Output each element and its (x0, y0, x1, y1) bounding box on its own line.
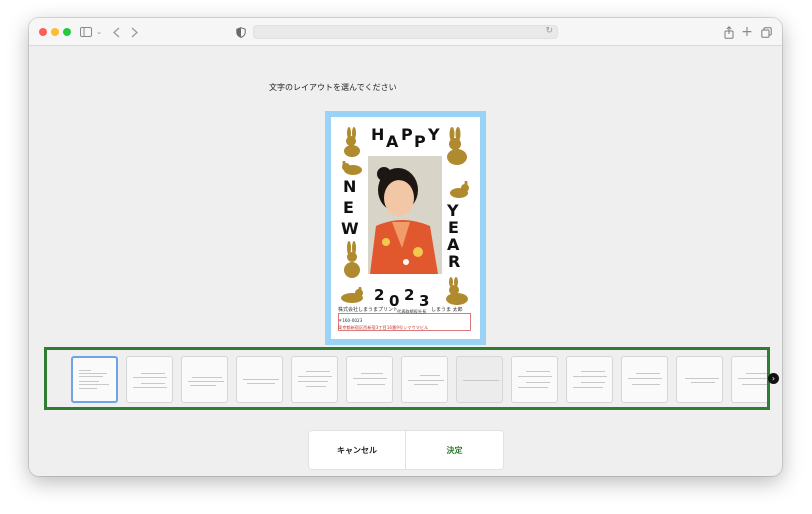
layout-option[interactable] (291, 356, 338, 403)
layout-option[interactable] (126, 356, 173, 403)
greeting-letter: P (414, 132, 426, 151)
page-instruction: 文字のレイアウトを選んでください (269, 83, 397, 92)
minimize-window-button[interactable] (51, 28, 59, 36)
layout-option[interactable] (621, 356, 668, 403)
browser-window: ⌄ ↻ + 文字のレイアウトを選んでください H A P P Y N E W Y… (29, 18, 782, 476)
greeting-letter: W (341, 219, 359, 238)
chevron-right-icon[interactable] (129, 24, 139, 40)
page-content: 文字のレイアウトを選んでください H A P P Y N E W Y E A R… (29, 46, 782, 476)
action-buttons: キャンセル 決定 (309, 431, 503, 469)
confirm-button[interactable]: 決定 (406, 431, 503, 469)
new-year-card: H A P P Y N E W Y E A R 2 0 2 3 株式会社しまうま… (331, 117, 480, 339)
sender-address: 東京都新宿区西新宿3丁目16番9号シマウマビル (338, 325, 429, 330)
next-layouts-button[interactable]: › (768, 373, 779, 384)
greeting-letter: P (401, 125, 413, 144)
share-icon[interactable] (723, 24, 735, 40)
rabbit-icon (344, 241, 360, 278)
chevron-right-icon: › (771, 374, 776, 383)
layout-option[interactable] (401, 356, 448, 403)
close-window-button[interactable] (39, 28, 47, 36)
rabbit-icon (450, 181, 469, 198)
sender-name: しまうま 太郎 (431, 307, 463, 313)
tabs-icon[interactable] (760, 24, 772, 40)
address-bar[interactable]: ↻ (253, 25, 558, 39)
sidebar-icon[interactable] (79, 24, 93, 40)
greeting-letter: N (343, 177, 357, 196)
year-digit: 2 (374, 286, 385, 304)
greeting-letter: A (447, 235, 460, 254)
plus-icon[interactable]: + (741, 24, 753, 40)
rabbit-icon (446, 277, 468, 305)
greeting-letter: R (448, 252, 461, 271)
zoom-window-button[interactable] (63, 28, 71, 36)
greeting-letter: Y (428, 125, 440, 144)
rabbit-icon (447, 127, 467, 165)
greeting-letter: Y (447, 201, 459, 220)
reload-icon[interactable]: ↻ (545, 26, 553, 36)
card-preview: H A P P Y N E W Y E A R 2 0 2 3 株式会社しまうま… (325, 111, 486, 345)
shield-icon (235, 24, 247, 40)
rabbit-icon (342, 161, 362, 175)
greeting-letter: H (371, 125, 385, 144)
year-digit: 2 (404, 286, 415, 304)
layout-option[interactable] (731, 356, 767, 403)
rabbit-icon (341, 287, 363, 303)
greeting-letter: E (448, 218, 459, 237)
browser-toolbar: ⌄ ↻ + (29, 18, 782, 46)
child-photo (368, 156, 442, 274)
layout-option[interactable] (676, 356, 723, 403)
year-digit: 3 (419, 292, 430, 310)
greeting-letter: A (386, 132, 399, 151)
sender-title: 代表取締役社長 (397, 309, 427, 314)
layout-option[interactable] (511, 356, 558, 403)
sender-postal: 〒160-0023 (338, 318, 363, 323)
cancel-button[interactable]: キャンセル (309, 431, 406, 469)
sender-company: 株式会社しまうまプリント (338, 307, 399, 313)
layout-option[interactable] (181, 356, 228, 403)
chevron-down-icon[interactable]: ⌄ (95, 24, 103, 40)
greeting-letter: E (343, 198, 354, 217)
layout-option[interactable] (346, 356, 393, 403)
layout-option[interactable] (236, 356, 283, 403)
chevron-left-icon[interactable] (111, 24, 121, 40)
layout-option[interactable] (566, 356, 613, 403)
rabbit-icon (344, 127, 360, 157)
layout-options-strip (44, 347, 770, 410)
layout-option[interactable] (456, 356, 503, 403)
layout-option[interactable] (71, 356, 118, 403)
